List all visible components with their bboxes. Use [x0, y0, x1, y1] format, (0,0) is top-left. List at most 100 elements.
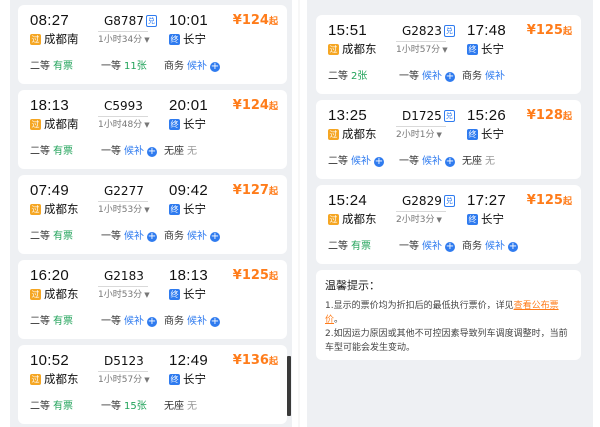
seat-availability[interactable]: 一等 候补 +	[101, 145, 157, 158]
seat-status: 无	[485, 156, 495, 167]
duration-toggle[interactable]: 2小时1分 ▼	[396, 126, 446, 141]
add-waitlist-icon[interactable]: +	[147, 316, 157, 327]
arrival-station-name: 长宁	[183, 287, 206, 301]
station-type-badge: 终	[169, 289, 180, 300]
departure-station: 过成都南	[30, 32, 79, 47]
add-waitlist-icon[interactable]: +	[445, 156, 455, 167]
departure-time: 15:51	[328, 22, 368, 39]
chevron-down-icon: ▼	[144, 36, 150, 44]
train-card[interactable]: 16:20 过成都东 G2183 1小时53分 ▼ 18:13 终长宁 ¥125起 二等 有票 一等…	[18, 260, 287, 339]
add-waitlist-icon[interactable]: +	[445, 241, 455, 252]
price-suffix: 起	[268, 17, 278, 27]
add-waitlist-icon[interactable]: +	[508, 241, 518, 252]
add-waitlist-icon[interactable]: +	[445, 71, 455, 82]
seat-availability[interactable]: 一等 候补 +	[101, 315, 157, 328]
arrival-time: 17:27	[467, 192, 507, 209]
arrival-station: 终长宁	[169, 287, 206, 302]
seat-class: 二等	[30, 401, 50, 412]
exchange-badge: 兑	[443, 25, 455, 37]
chevron-down-icon: ▼	[144, 206, 150, 214]
departure-station-name: 成都东	[342, 212, 377, 226]
price: ¥128起	[527, 108, 572, 125]
exchange-badge: 兑	[145, 15, 157, 27]
seat-availability[interactable]: 一等 候补 +	[399, 70, 455, 83]
seat-status: 11张	[124, 61, 147, 72]
chevron-down-icon: ▼	[144, 376, 150, 384]
departure-time: 10:52	[30, 352, 70, 369]
departure-station-name: 成都东	[44, 287, 79, 301]
arrival-time: 18:13	[169, 267, 209, 284]
duration-text: 1小时53分	[98, 205, 143, 215]
seat-availability[interactable]: 商务 候补 +	[164, 60, 220, 73]
duration-toggle[interactable]: 1小时34分 ▼	[98, 31, 150, 46]
arrival-time: 09:42	[169, 182, 209, 199]
station-type-badge: 过	[30, 34, 41, 45]
seat-availability[interactable]: 商务 候补 +	[462, 240, 518, 253]
arrival-station: 终长宁	[467, 127, 504, 142]
train-card[interactable]: 15:51 过成都东 G2823 兑 1小时57分 ▼ 17:48 终长宁 ¥125起 二等 2张一…	[316, 15, 581, 94]
add-waitlist-icon[interactable]: +	[147, 146, 157, 157]
train-number: G2277	[104, 184, 144, 198]
seat-status: 有票	[53, 231, 73, 242]
train-card[interactable]: 15:24 过成都东 G2829 兑 2小时3分 ▼ 17:27 终长宁 ¥125起 二等 有票 一等…	[316, 185, 581, 264]
seat-availability[interactable]: 商务 候补 +	[164, 315, 220, 328]
seat-availability[interactable]: 一等 候补 +	[101, 230, 157, 243]
train-number-text: C5993	[104, 99, 143, 113]
add-waitlist-icon[interactable]: +	[374, 156, 384, 167]
arrival-station-name: 长宁	[481, 212, 504, 226]
station-type-badge: 终	[467, 44, 478, 55]
seat-availability[interactable]: 商务 候补	[462, 70, 505, 83]
departure-station: 过成都东	[30, 287, 79, 302]
seat-availability: 无座无	[462, 155, 495, 168]
train-card[interactable]: 07:49 过成都东 G2277 1小时53分 ▼ 09:42 终长宁 ¥127起 二等 有票 一等…	[18, 175, 287, 254]
station-type-badge: 过	[30, 204, 41, 215]
seat-status: 无	[187, 401, 197, 412]
duration-toggle[interactable]: 1小时57分 ▼	[396, 41, 448, 56]
train-number-text: D5123	[104, 354, 144, 368]
duration-toggle[interactable]: 1小时48分 ▼	[98, 116, 150, 131]
price-value: ¥127	[232, 183, 269, 198]
add-waitlist-icon[interactable]: +	[210, 61, 220, 72]
arrival-station: 终长宁	[169, 117, 206, 132]
seat-class: 一等	[101, 316, 121, 327]
seat-status: 有票	[53, 61, 73, 72]
train-card[interactable]: 13:25 过成都东 D1725 兑 2小时1分 ▼ 15:26 终长宁 ¥128起 二等 候补 + 一…	[316, 100, 581, 179]
add-waitlist-icon[interactable]: +	[210, 231, 220, 242]
departure-time: 18:13	[30, 97, 70, 114]
train-card[interactable]: 18:13 过成都南 C5993 1小时48分 ▼ 20:01 终长宁 ¥124起 二等 有票 一等…	[18, 90, 287, 169]
seat-availability: 一等 11张	[101, 60, 147, 73]
scrollbar[interactable]	[287, 356, 291, 416]
duration-toggle[interactable]: 2小时3分 ▼	[396, 211, 446, 226]
duration-toggle[interactable]: 1小时53分 ▼	[98, 286, 150, 301]
duration-text: 2小时1分	[396, 130, 435, 140]
seat-class: 二等	[328, 241, 348, 252]
departure-station-name: 成都南	[44, 32, 79, 46]
departure-time: 16:20	[30, 267, 70, 284]
train-number: G8787 兑	[104, 14, 157, 28]
seat-availability[interactable]: 二等 候补 +	[328, 155, 384, 168]
train-number: G2183	[104, 269, 144, 283]
duration-toggle[interactable]: 1小时57分 ▼	[98, 371, 150, 386]
seat-status: 有票	[53, 146, 73, 157]
add-waitlist-icon[interactable]: +	[147, 231, 157, 242]
seat-availability: 二等 有票	[30, 60, 73, 73]
arrival-station-name: 长宁	[481, 42, 504, 56]
station-type-badge: 过	[30, 289, 41, 300]
train-number-text: G2183	[104, 269, 144, 283]
seat-availability[interactable]: 商务 候补 +	[164, 230, 220, 243]
seat-availability: 无座无	[164, 145, 197, 158]
seat-availability[interactable]: 一等 候补 +	[399, 155, 455, 168]
arrival-station: 终长宁	[169, 372, 206, 387]
duration-toggle[interactable]: 1小时53分 ▼	[98, 201, 150, 216]
add-waitlist-icon[interactable]: +	[210, 316, 220, 327]
price: ¥136起	[233, 353, 278, 370]
train-card[interactable]: 10:52 过成都东 D5123 1小时57分 ▼ 12:49 终长宁 ¥136起 二等 有票 一等…	[18, 345, 287, 424]
station-type-badge: 终	[467, 214, 478, 225]
arrival-station-name: 长宁	[183, 117, 206, 131]
seat-availability[interactable]: 一等 候补 +	[399, 240, 455, 253]
train-card[interactable]: 08:27 过成都南 G8787 兑 1小时34分 ▼ 10:01 终长宁 ¥124起 二等 有票一…	[18, 5, 287, 84]
price-suffix: 起	[268, 272, 278, 282]
departure-station: 过成都东	[30, 202, 79, 217]
chevron-down-icon: ▼	[436, 131, 442, 139]
arrival-station-name: 长宁	[481, 127, 504, 141]
